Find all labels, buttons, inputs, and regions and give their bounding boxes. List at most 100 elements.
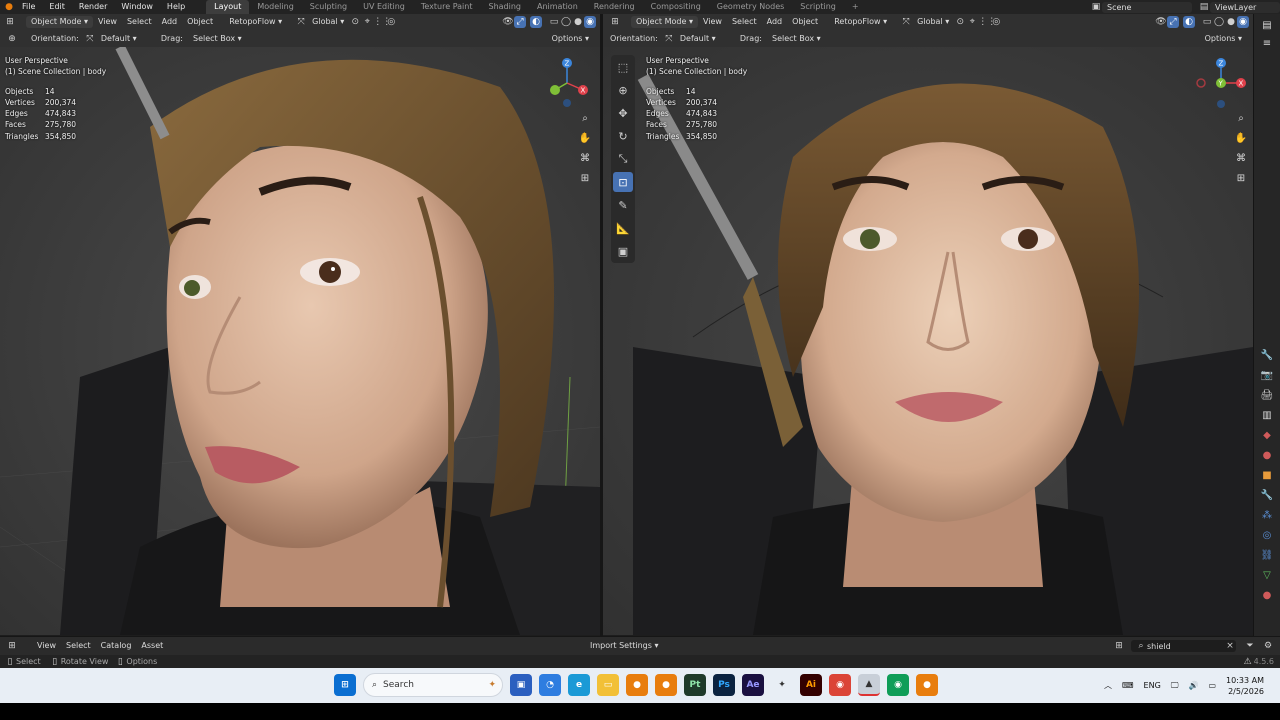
tab-uv-editing[interactable]: UV Editing bbox=[355, 0, 413, 14]
asset-menu-catalog[interactable]: Catalog bbox=[96, 640, 137, 652]
snap-grid-icon[interactable]: ⋮⋮ bbox=[978, 16, 996, 28]
view-layer-selector[interactable]: ViewLayer bbox=[1210, 1, 1280, 13]
annotate-tool-icon[interactable]: ✎ bbox=[613, 195, 633, 215]
scene-props-icon[interactable]: ◆ bbox=[1260, 428, 1274, 442]
select-box-tool-icon[interactable]: ⬚ bbox=[613, 57, 633, 77]
object-mode-dropdown[interactable]: Object Mode ▾ bbox=[631, 16, 698, 28]
drag-dropdown[interactable]: Select Box ▾ bbox=[767, 33, 826, 45]
tab-geometry-nodes[interactable]: Geometry Nodes bbox=[709, 0, 792, 14]
transform-orientation-dropdown[interactable]: Global ▾ bbox=[912, 16, 954, 28]
properties-icon[interactable]: ≡ bbox=[1260, 36, 1274, 50]
tab-texture-paint[interactable]: Texture Paint bbox=[413, 0, 481, 14]
add-workspace-button[interactable]: + bbox=[844, 0, 867, 14]
proportional-edit-icon[interactable]: ◎ bbox=[385, 16, 397, 28]
edge-icon[interactable]: e bbox=[568, 674, 590, 696]
import-settings-dropdown[interactable]: Import Settings ▾ bbox=[585, 640, 663, 652]
gizmo-toggle-icon[interactable]: ⤢ bbox=[514, 16, 526, 28]
shading-solid-icon[interactable]: ● bbox=[1225, 16, 1237, 28]
chrome-profile-icon[interactable]: ◉ bbox=[887, 674, 909, 696]
options-dropdown[interactable]: Options ▾ bbox=[547, 33, 594, 45]
zoom-icon[interactable]: ⌕ bbox=[578, 111, 592, 125]
blender-logo-icon[interactable]: ● bbox=[3, 1, 15, 13]
cursor-tool-icon[interactable]: ⊕ bbox=[613, 80, 633, 100]
overlay-toggle-icon[interactable]: ◐ bbox=[530, 16, 542, 28]
xray-icon[interactable]: ▭ bbox=[548, 16, 560, 28]
asset-search-field[interactable]: ⌕ shield × bbox=[1131, 640, 1236, 652]
tab-shading[interactable]: Shading bbox=[480, 0, 529, 14]
tab-sculpting[interactable]: Sculpting bbox=[302, 0, 355, 14]
file-explorer-icon[interactable]: ▭ bbox=[597, 674, 619, 696]
tool-icon[interactable]: ⊕ bbox=[6, 33, 18, 45]
menu-select[interactable]: Select bbox=[122, 16, 157, 28]
menu-object[interactable]: Object bbox=[787, 16, 823, 28]
menu-view[interactable]: View bbox=[698, 16, 727, 28]
network-icon[interactable]: 🖵 bbox=[1171, 681, 1179, 691]
right-3d-viewport[interactable]: User Perspective (1) Scene Collection | … bbox=[603, 47, 1253, 635]
task-view-icon[interactable]: ▣ bbox=[510, 674, 532, 696]
menu-help[interactable]: Help bbox=[160, 0, 192, 14]
snap-icon[interactable]: ⌖ bbox=[361, 16, 373, 28]
shading-wireframe-icon[interactable]: ◯ bbox=[1213, 16, 1225, 28]
constraints-props-icon[interactable]: ⛓ bbox=[1260, 548, 1274, 562]
shading-rendered-icon[interactable]: ◉ bbox=[1237, 16, 1249, 28]
axis-gizmo[interactable]: Z X Y bbox=[1195, 55, 1250, 110]
character-app-icon[interactable]: ✦ bbox=[771, 674, 793, 696]
visibility-icon[interactable]: 👁 bbox=[1155, 16, 1167, 28]
menu-render[interactable]: Render bbox=[72, 0, 114, 14]
zoom-icon[interactable]: ⌕ bbox=[1234, 111, 1248, 125]
modifier-props-icon[interactable]: 🔧 bbox=[1260, 488, 1274, 502]
retopoflow-menu[interactable]: RetopoFlow ▾ bbox=[224, 16, 287, 28]
data-props-icon[interactable]: ▽ bbox=[1260, 568, 1274, 582]
left-3d-viewport[interactable]: User Perspective (1) Scene Collection | … bbox=[0, 47, 600, 635]
browser-app-icon[interactable]: ◔ bbox=[539, 674, 561, 696]
painter-app-icon[interactable]: Pt bbox=[684, 674, 706, 696]
chrome-icon[interactable]: ◉ bbox=[829, 674, 851, 696]
battery-icon[interactable]: ▭ bbox=[1208, 681, 1216, 690]
tool-props-icon[interactable]: 🔧 bbox=[1260, 348, 1274, 362]
windows-start-icon[interactable]: ⊞ bbox=[334, 674, 356, 696]
visibility-icon[interactable]: 👁 bbox=[502, 16, 514, 28]
outliner-icon[interactable]: ▤ bbox=[1260, 18, 1274, 32]
menu-window[interactable]: Window bbox=[114, 0, 160, 14]
asset-menu-asset[interactable]: Asset bbox=[136, 640, 168, 652]
add-cube-tool-icon[interactable]: ▣ bbox=[613, 241, 633, 261]
shading-rendered-icon[interactable]: ◉ bbox=[584, 16, 596, 28]
clear-search-icon[interactable]: × bbox=[1224, 640, 1236, 652]
proportional-edit-icon[interactable]: ◎ bbox=[990, 16, 1002, 28]
active-app-icon[interactable]: ▲ bbox=[858, 674, 880, 696]
blender-taskbar-icon[interactable]: ● bbox=[626, 674, 648, 696]
volume-icon[interactable]: 🔊 bbox=[1189, 681, 1199, 690]
tab-scripting[interactable]: Scripting bbox=[792, 0, 844, 14]
output-props-icon[interactable]: 🖨 bbox=[1260, 388, 1274, 402]
scene-selector[interactable]: Scene bbox=[1102, 1, 1192, 13]
editor-type-icon[interactable]: ⊞ bbox=[4, 16, 16, 28]
transform-orientation-dropdown[interactable]: Global ▾ bbox=[307, 16, 349, 28]
camera-view-icon[interactable]: ⌘ bbox=[578, 151, 592, 165]
taskbar-search[interactable]: ⌕ Search ✦ bbox=[363, 673, 503, 697]
orientation-dropdown[interactable]: Default ▾ bbox=[96, 33, 156, 45]
tab-modeling[interactable]: Modeling bbox=[249, 0, 301, 14]
pan-hand-icon[interactable]: ✋ bbox=[578, 131, 592, 145]
view-layer-props-icon[interactable]: ▥ bbox=[1260, 408, 1274, 422]
options-dropdown[interactable]: Options ▾ bbox=[1200, 33, 1247, 45]
photoshop-app-icon[interactable]: Ps bbox=[713, 674, 735, 696]
pivot-icon[interactable]: ⊙ bbox=[954, 16, 966, 28]
language-indicator[interactable]: ENG bbox=[1144, 681, 1161, 690]
render-props-icon[interactable]: 📷 bbox=[1260, 368, 1274, 382]
particles-props-icon[interactable]: ⁂ bbox=[1260, 508, 1274, 522]
asset-browser-editor-icon[interactable]: ⊞ bbox=[6, 640, 18, 652]
ortho-grid-icon[interactable]: ⊞ bbox=[1234, 171, 1248, 185]
object-mode-dropdown[interactable]: Object Mode ▾ bbox=[26, 16, 93, 28]
camera-view-icon[interactable]: ⌘ bbox=[1234, 151, 1248, 165]
asset-menu-select[interactable]: Select bbox=[61, 640, 96, 652]
measure-tool-icon[interactable]: 📐 bbox=[613, 218, 633, 238]
pivot-icon[interactable]: ⊙ bbox=[349, 16, 361, 28]
drag-dropdown[interactable]: Select Box ▾ bbox=[188, 33, 247, 45]
world-props-icon[interactable]: ● bbox=[1260, 448, 1274, 462]
menu-add[interactable]: Add bbox=[762, 16, 788, 28]
physics-props-icon[interactable]: ◎ bbox=[1260, 528, 1274, 542]
tab-animation[interactable]: Animation bbox=[529, 0, 586, 14]
ortho-grid-icon[interactable]: ⊞ bbox=[578, 171, 592, 185]
axis-gizmo[interactable]: Z X bbox=[545, 55, 595, 110]
tab-rendering[interactable]: Rendering bbox=[586, 0, 643, 14]
